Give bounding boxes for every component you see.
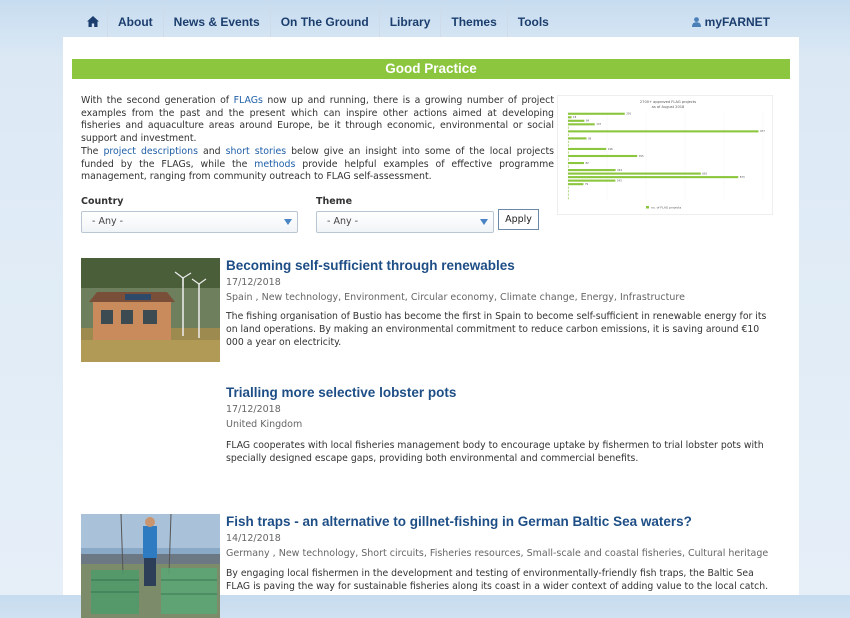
project-descriptions-link[interactable]: project descriptions: [103, 146, 198, 157]
apply-button[interactable]: Apply: [498, 209, 539, 230]
fish-traps-image: [81, 514, 220, 618]
article-title[interactable]: Fish traps - an alternative to gillnet-f…: [226, 514, 778, 530]
chart-legend-swatch: [646, 206, 649, 209]
main-content: Good Practice With the second generation…: [63, 37, 799, 618]
article-date: 17/12/2018: [226, 404, 281, 415]
intro-text: With the second generation of FLAGs now …: [81, 95, 554, 184]
user-icon: [691, 16, 701, 27]
intro-text-4: and: [197, 145, 226, 157]
chart-bar: [568, 147, 607, 151]
article-summary: FLAG cooperates with local fisheries man…: [226, 440, 764, 464]
myfarnet-label: myFARNET: [704, 14, 770, 29]
chart-data-label: 873: [740, 175, 745, 179]
theme-select-value: - Any -: [327, 216, 359, 227]
article-body: Fish traps - an alternative to gillnet-f…: [226, 514, 778, 594]
chart-data-label: 95: [588, 136, 592, 140]
chart-bar: [568, 179, 616, 182]
chart-bar: [568, 154, 638, 158]
chart-bar: [568, 161, 584, 165]
home-icon: [86, 16, 99, 27]
chart-bar: [568, 183, 584, 186]
chart-data-label: 196: [608, 147, 613, 151]
article-body: Trialling more selective lobster pots 17…: [226, 385, 778, 466]
nav-library[interactable]: Library: [380, 6, 442, 37]
chart-bar: [568, 176, 739, 179]
article-summary: The fishing organisation of Bustio has b…: [226, 311, 767, 348]
chart-data-label: 681: [702, 171, 707, 175]
chart-bar: [568, 193, 569, 196]
theme-label: Theme: [316, 196, 353, 207]
chart-data-label: 244: [617, 168, 622, 172]
dropdown-arrow-icon: [284, 219, 292, 225]
chart-data-label: 355: [639, 154, 644, 158]
chart-bar: [568, 140, 569, 143]
country-label: Country: [81, 196, 124, 207]
top-navigation: About News & Events On The Ground Librar…: [78, 6, 788, 37]
chart-bar: [568, 112, 625, 115]
chart-title-line2: as of August 2018: [652, 105, 685, 109]
article-thumbnail[interactable]: [81, 514, 220, 618]
chart-bar: [568, 169, 616, 172]
article-tags: United Kingdom: [226, 419, 303, 430]
chart-bar: [568, 144, 569, 147]
chart-data-label: 243: [617, 179, 622, 183]
article-body: Becoming self-sufficient through renewab…: [226, 258, 778, 349]
chart-bar: [568, 116, 572, 119]
chart-bar: [568, 123, 595, 126]
article-date: 14/12/2018: [226, 533, 281, 544]
nav-about[interactable]: About: [108, 6, 164, 37]
chart-bar: [568, 186, 569, 189]
article-thumbnail[interactable]: [81, 258, 220, 362]
article-tags: Spain , New technology, Environment, Cir…: [226, 292, 685, 303]
chart-bar: [568, 158, 569, 161]
flags-link[interactable]: FLAGs: [234, 95, 263, 106]
renewables-building-image: [81, 258, 220, 362]
article-summary: By engaging local fishermen in the devel…: [226, 568, 769, 592]
chart-data-label: 137: [596, 122, 601, 126]
chart-bar: [568, 172, 701, 175]
intro-text-1: With the second generation of: [81, 95, 234, 106]
chart-data-label: 291: [626, 112, 631, 116]
article-title[interactable]: Trialling more selective lobster pots: [226, 385, 778, 401]
chart-bar: [568, 119, 585, 122]
article-date: 17/12/2018: [226, 277, 281, 288]
chart-bar: [568, 190, 569, 193]
chart-data-label: 82: [585, 161, 589, 165]
page-title: Good Practice: [72, 59, 790, 79]
country-select[interactable]: - Any -: [81, 211, 298, 233]
chart-bar: [568, 165, 569, 168]
theme-select[interactable]: - Any -: [316, 211, 494, 233]
article-tags: Germany , New technology, Short circuits…: [226, 548, 769, 559]
nav-tools[interactable]: Tools: [508, 6, 559, 37]
chart-data-label: 79: [585, 182, 589, 186]
chart-bar: [568, 137, 587, 140]
chart-bar: [568, 133, 569, 136]
chart-data-label: 84: [586, 119, 590, 123]
nav-on-the-ground[interactable]: On The Ground: [271, 6, 380, 37]
chart-legend-label: no. of FLAG projects: [651, 206, 682, 210]
nav-themes[interactable]: Themes: [441, 6, 508, 37]
chart-bar: [568, 151, 569, 154]
intro-text-3: The: [81, 145, 104, 157]
myfarnet-link[interactable]: myFARNET: [691, 14, 788, 29]
chart-svg: 2700+ approved FLAG projectsas of August…: [567, 100, 765, 210]
country-select-value: - Any -: [92, 216, 124, 227]
nav-news-events[interactable]: News & Events: [164, 6, 271, 37]
chart-data-label: 977: [760, 129, 765, 133]
short-stories-link[interactable]: short stories: [226, 146, 287, 157]
flag-projects-chart: 2700+ approved FLAG projects as of August…: [557, 95, 773, 215]
chart-bar: [568, 197, 569, 200]
home-link[interactable]: [78, 6, 108, 37]
methods-link[interactable]: methods: [254, 159, 295, 170]
chart-bar: [568, 126, 569, 129]
article-title[interactable]: Becoming self-sufficient through renewab…: [226, 258, 778, 274]
chart-title: 2700+ approved FLAG projects: [640, 100, 696, 104]
dropdown-arrow-icon: [480, 219, 488, 225]
chart-data-label: 18: [573, 115, 577, 119]
chart-bar: [568, 130, 759, 133]
